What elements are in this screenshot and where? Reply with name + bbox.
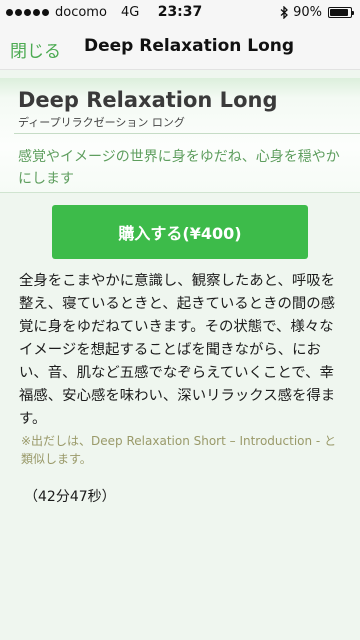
track-tagline: 感覚やイメージの世界に身をゆだね、心身を穏やかにします: [18, 149, 340, 187]
header-divider: [14, 133, 360, 134]
status-right: 90%: [280, 5, 354, 20]
similarity-note: ※出だしは、Deep Relaxation Short – Introducti…: [21, 434, 337, 466]
track-description: 全身をこまやかに意識し、観察したあと、呼吸を整え、寝ているときと、起きているとき…: [19, 273, 336, 427]
battery-fill: [330, 9, 348, 16]
navigation-bar: 閉じる Deep Relaxation Long: [0, 26, 360, 70]
battery-icon: [328, 7, 354, 18]
battery-percent: 90%: [293, 5, 322, 20]
track-title: Deep Relaxation Long: [18, 88, 278, 112]
bluetooth-icon: [280, 6, 289, 19]
purchase-button[interactable]: 購入する(¥400): [52, 205, 308, 259]
track-header: Deep Relaxation Long ディープリラクゼーション ロング 感覚…: [0, 78, 360, 193]
status-bar: docomo 4G 23:37 90%: [0, 0, 360, 26]
purchase-button-label: 購入する(¥400): [118, 224, 242, 243]
close-button[interactable]: 閉じる: [10, 37, 61, 62]
nav-title: Deep Relaxation Long: [84, 36, 295, 56]
track-title-japanese: ディープリラクゼーション ロング: [18, 116, 185, 129]
track-duration: （42分47秒）: [24, 489, 116, 505]
